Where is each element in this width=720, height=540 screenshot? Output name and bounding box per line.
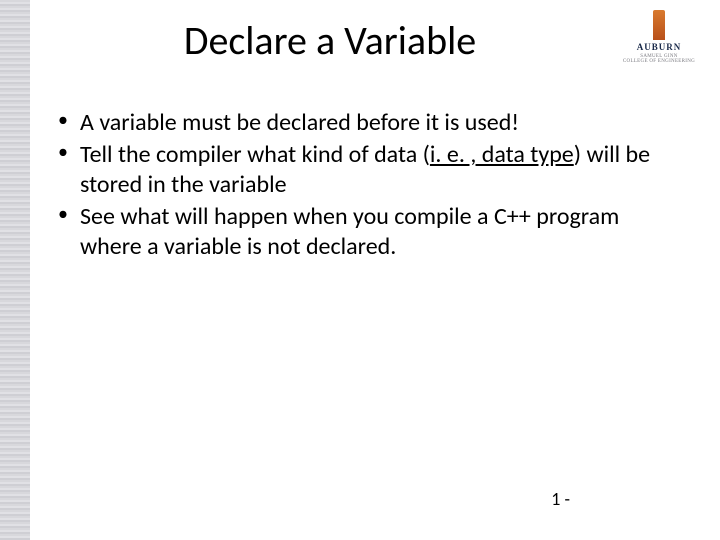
bullet-2-emph: i. e. , data type bbox=[430, 140, 574, 169]
logo-name: AUBURN bbox=[614, 42, 704, 52]
tower-icon bbox=[653, 10, 665, 40]
page-number: 1 - bbox=[551, 488, 570, 510]
bullet-2-pre: Tell the compiler what kind of data ( bbox=[80, 140, 430, 169]
university-logo: AUBURN SAMUEL GINN COLLEGE OF ENGINEERIN… bbox=[614, 10, 704, 64]
logo-subline-2: COLLEGE OF ENGINEERING bbox=[614, 59, 704, 64]
slide-title: Declare a Variable bbox=[60, 16, 600, 65]
bullet-1: A variable must be declared before it is… bbox=[54, 108, 680, 138]
bullet-3: See what will happen when you compile a … bbox=[54, 202, 680, 262]
bullet-2: Tell the compiler what kind of data (i. … bbox=[54, 140, 680, 200]
slide-body: A variable must be declared before it is… bbox=[54, 108, 680, 264]
bullet-list: A variable must be declared before it is… bbox=[54, 108, 680, 262]
side-stripe bbox=[0, 0, 30, 540]
